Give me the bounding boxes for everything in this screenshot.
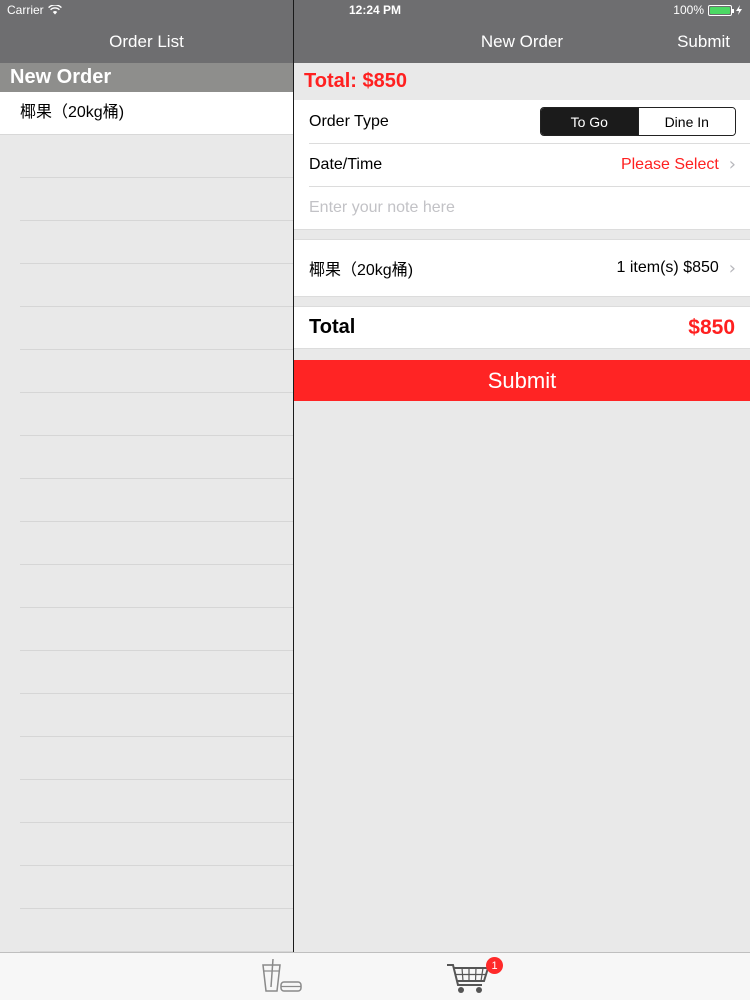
status-bar: Carrier 12:24 PM 100% — [0, 0, 750, 20]
datetime-label: Date/Time — [309, 155, 383, 173]
left-nav-title: Order List — [109, 31, 184, 51]
order-type-label: Order Type — [309, 112, 389, 130]
chevron-right-icon: › — [728, 154, 736, 175]
total-header: Total: $850 — [294, 63, 750, 100]
order-type-row: Order Type To Go Dine In — [294, 100, 750, 143]
battery-icon — [708, 4, 734, 16]
total-amount: $850 — [688, 315, 735, 339]
note-row[interactable]: Enter your note here — [294, 186, 750, 229]
tab-bar: 1 — [0, 952, 750, 1000]
right-nav-bar: New Order Submit — [294, 20, 750, 63]
section-gap — [294, 229, 750, 240]
total-label: Total — [309, 316, 356, 338]
line-item-summary: 1 item(s) $850 — [616, 259, 719, 276]
charging-icon — [736, 5, 742, 15]
line-items-group: 椰果（20kg桶) 1 item(s) $850 › — [294, 240, 750, 296]
order-details-group: Order Type To Go Dine In Date/Time Pleas… — [294, 100, 750, 229]
line-item-name: 椰果（20kg桶) — [309, 262, 414, 279]
clock: 12:24 PM — [348, 3, 402, 17]
empty-list-rows — [0, 135, 293, 952]
left-nav-bar: Order List — [0, 20, 293, 63]
battery-indicator: 100% — [673, 3, 742, 17]
line-item-row[interactable]: 椰果（20kg桶) 1 item(s) $850 › — [294, 240, 750, 296]
segment-dine-in[interactable]: Dine In — [637, 108, 735, 135]
cart-icon — [447, 964, 490, 993]
drink-food-icon — [262, 958, 302, 992]
order-list-pane: New Order 椰果（20kg桶) — [0, 63, 293, 952]
tab-menu[interactable] — [259, 957, 305, 1000]
cart-badge: 1 — [486, 957, 503, 974]
list-item[interactable]: 椰果（20kg桶) — [0, 92, 293, 135]
submit-button[interactable]: Submit — [294, 360, 750, 401]
section-header: New Order — [0, 63, 293, 92]
top-bar: Carrier 12:24 PM 100% Order List New Ord… — [0, 0, 750, 63]
new-order-pane: Total: $850 Order Type To Go Dine In Dat… — [294, 63, 750, 952]
tab-cart[interactable]: 1 — [446, 957, 503, 1000]
segment-to-go[interactable]: To Go — [541, 108, 638, 135]
total-row: Total $850 — [294, 307, 750, 349]
section-gap — [294, 296, 750, 307]
datetime-value: Please Select — [620, 155, 719, 173]
note-input[interactable]: Enter your note here — [309, 199, 455, 217]
battery-percent: 100% — [673, 3, 704, 17]
datetime-row[interactable]: Date/Time Please Select › — [294, 143, 750, 186]
nav-submit-button[interactable]: Submit — [677, 32, 730, 52]
chevron-right-icon: › — [728, 257, 736, 279]
order-type-segmented-control: To Go Dine In — [540, 107, 736, 136]
